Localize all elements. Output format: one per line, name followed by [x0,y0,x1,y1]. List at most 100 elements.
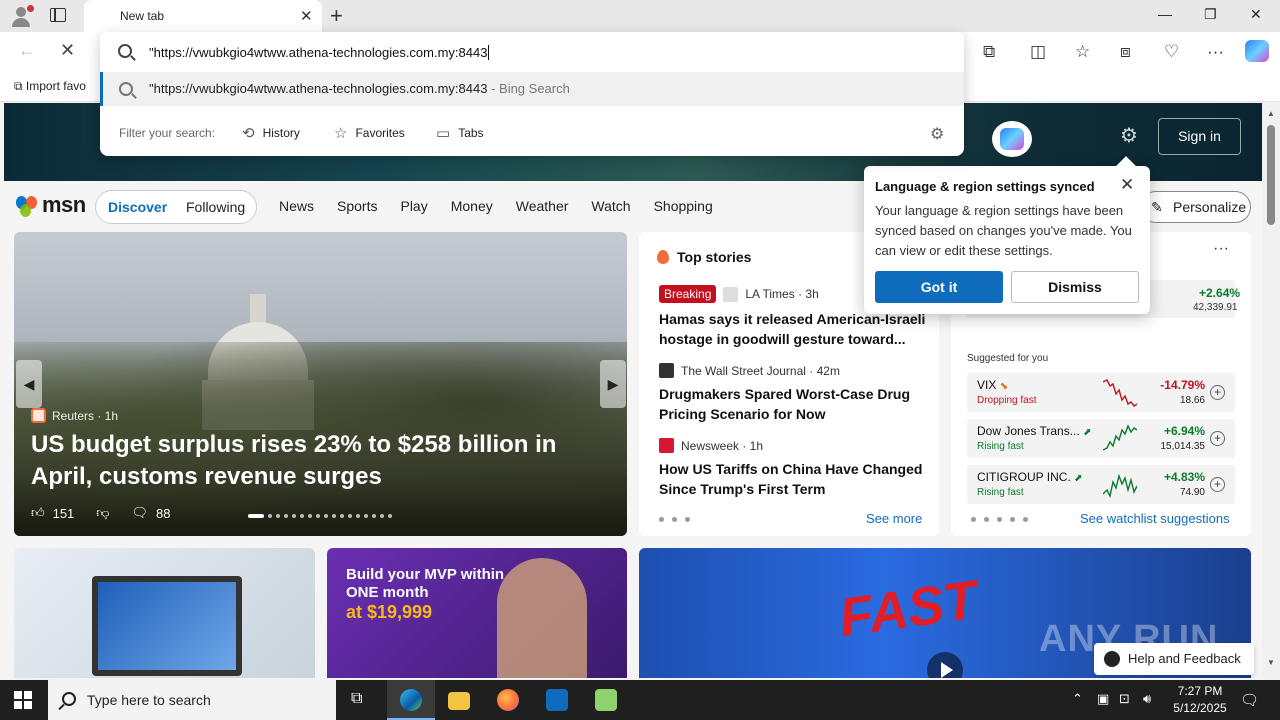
filter-history-label: History [262,126,300,140]
dismiss-button[interactable]: Dismiss [1011,271,1139,303]
browser-essentials-icon[interactable]: ♡ [1164,42,1179,62]
new-tab-button[interactable]: + [330,3,343,29]
watchlist-pager[interactable] [971,517,1028,522]
close-icon[interactable]: ✕ [1120,175,1134,195]
nav-money[interactable]: Money [451,198,493,214]
add-to-watchlist-button[interactable]: + [1210,431,1225,446]
tab-following[interactable]: Following [186,199,245,215]
restore-button[interactable]: ❐ [1204,6,1217,23]
feed-switch: Discover Following [95,190,257,224]
flame-icon [657,250,669,264]
nav-play[interactable]: Play [400,198,427,214]
search-settings-gear-icon[interactable]: ⚙ [930,124,944,144]
collections-icon[interactable]: ⧈ [1120,42,1131,62]
split-screen-icon[interactable]: ◫ [1030,42,1046,62]
watchlist-row[interactable]: VIX ⬊ Dropping fast -14.79% 18.66 + [967,373,1235,412]
more-menu-icon[interactable]: ··· [1207,42,1224,62]
file-explorer-icon[interactable] [435,680,483,720]
top-row-change: +2.64% [1199,286,1241,300]
carousel-next-button[interactable]: ▶ [600,360,626,408]
close-window-button[interactable]: ✕ [1250,6,1262,23]
story-publisher: Newsweek · 1h [681,438,764,453]
favorites-icon[interactable]: ☆ [1075,42,1090,62]
filter-history-button[interactable]: ⟲ History [242,122,300,144]
ad-card[interactable]: Build your MVP within ONE month at $19,9… [327,548,627,678]
nav-weather[interactable]: Weather [516,198,569,214]
personalize-button[interactable]: ✎ Personalize [1140,191,1251,223]
page-scrollbar[interactable]: ▲ ▼ [1262,103,1280,678]
import-favorites-link[interactable]: ⧉ Import favo [14,79,86,94]
laptop-card[interactable] [14,548,315,678]
scroll-up-icon[interactable]: ▲ [1267,109,1275,118]
notifications-icon[interactable]: 🗨︎ [1240,691,1259,709]
hero-story-card[interactable]: ◀ ▶ Reuters · 1h US budget surplus rises… [14,232,627,536]
story-item[interactable]: Newsweek · 1h How US Tariffs on China Ha… [659,438,929,499]
play-icon[interactable] [927,652,963,678]
popup-body: Your language & region settings have bee… [875,203,1132,258]
more-options-icon[interactable]: ··· [1213,240,1229,258]
back-icon[interactable]: ← [18,40,36,61]
nav-news[interactable]: News [279,198,314,214]
watchlist-row[interactable]: Dow Jones Trans... ⬈ Rising fast +6.94% … [967,419,1235,458]
search-suggestion[interactable]: "https://vwubkgio4wtww.athena-technologi… [100,72,964,106]
hero-headline[interactable]: US budget surplus rises 23% to $258 bill… [31,429,611,493]
address-bar[interactable]: "https://vwubkgio4wtww.athena-technologi… [100,34,964,70]
help-feedback-label: Help and Feedback [1128,651,1241,666]
ticker-value: 74.90 [1179,487,1205,498]
taskbar-clock[interactable]: 7:27 PM 5/12/2025 [1164,683,1236,717]
suggestion-engine: - Bing Search [487,81,570,96]
carousel-prev-button[interactable]: ◀ [16,360,42,408]
task-view-icon[interactable]: ⧉ [336,680,384,720]
nav-shopping[interactable]: Shopping [654,198,713,214]
comment-icon[interactable]: 🗨︎ [132,505,149,521]
device-icon[interactable]: ▣ [1097,691,1109,707]
got-it-button[interactable]: Got it [875,271,1003,303]
search-icon [119,82,133,96]
tab-new-tab[interactable]: New tab ✕ [84,0,322,32]
ticker-change: -14.79% [1160,378,1205,392]
address-input[interactable]: "https://vwubkgio4wtww.athena-technologi… [149,45,489,60]
profile-icon[interactable] [8,4,34,28]
minimize-button[interactable]: — [1158,6,1172,22]
watchlist-suggestions-link[interactable]: See watchlist suggestions [1080,511,1230,526]
sign-in-button[interactable]: Sign in [1158,118,1241,155]
filter-favorites-button[interactable]: ☆ Favorites [334,122,405,144]
tab-discover[interactable]: Discover [108,199,167,215]
outlook-icon[interactable] [533,680,581,720]
add-to-watchlist-button[interactable]: + [1210,385,1225,400]
extensions-icon[interactable]: ⧉ [983,42,995,62]
category-nav: News Sports Play Money Weather Watch Sho… [279,198,736,214]
stories-pager[interactable] [659,517,690,522]
nav-sports[interactable]: Sports [337,198,377,214]
la-times-logo-icon [723,286,739,302]
nav-watch[interactable]: Watch [591,198,630,214]
volume-icon[interactable]: 🔊︎ [1143,691,1151,707]
windows-start-icon[interactable] [14,691,32,709]
tab-close-icon[interactable]: ✕ [300,7,313,25]
watchlist-row[interactable]: CITIGROUP INC. ⬈ Rising fast +4.83% 74.9… [967,465,1235,504]
add-to-watchlist-button[interactable]: + [1210,477,1225,492]
story-publisher: LA Times · 3h [745,287,819,301]
firefox-icon[interactable] [484,680,532,720]
filter-tabs-button[interactable]: ▭ Tabs [436,122,484,144]
copilot-icon[interactable] [1245,40,1269,62]
scroll-thumb[interactable] [1267,125,1275,225]
scroll-down-icon[interactable]: ▼ [1267,658,1275,667]
taskbar-search-box[interactable]: Type here to search [48,680,336,720]
help-feedback-button[interactable]: Help and Feedback [1094,643,1254,675]
network-icon[interactable]: ⊡ [1119,691,1130,707]
taskbar-search-placeholder: Type here to search [87,692,211,708]
copilot-icon[interactable] [992,121,1032,157]
msn-logo[interactable]: msn [16,192,86,218]
stop-icon[interactable]: ✕ [60,40,75,61]
dislike-icon[interactable]: 👎︎ [96,505,109,521]
edge-taskbar-icon[interactable] [387,680,435,720]
story-item[interactable]: The Wall Street Journal · 42m Drugmakers… [659,363,929,424]
like-icon[interactable]: 👍︎ [31,505,45,521]
see-more-link[interactable]: See more [866,511,922,526]
tray-chevron-icon[interactable]: ⌃ [1072,691,1083,707]
page-settings-gear-icon[interactable]: ⚙ [1120,123,1138,148]
carousel-dots[interactable] [248,514,392,518]
tab-actions-icon[interactable] [50,8,66,22]
notepad-icon[interactable] [582,680,630,720]
